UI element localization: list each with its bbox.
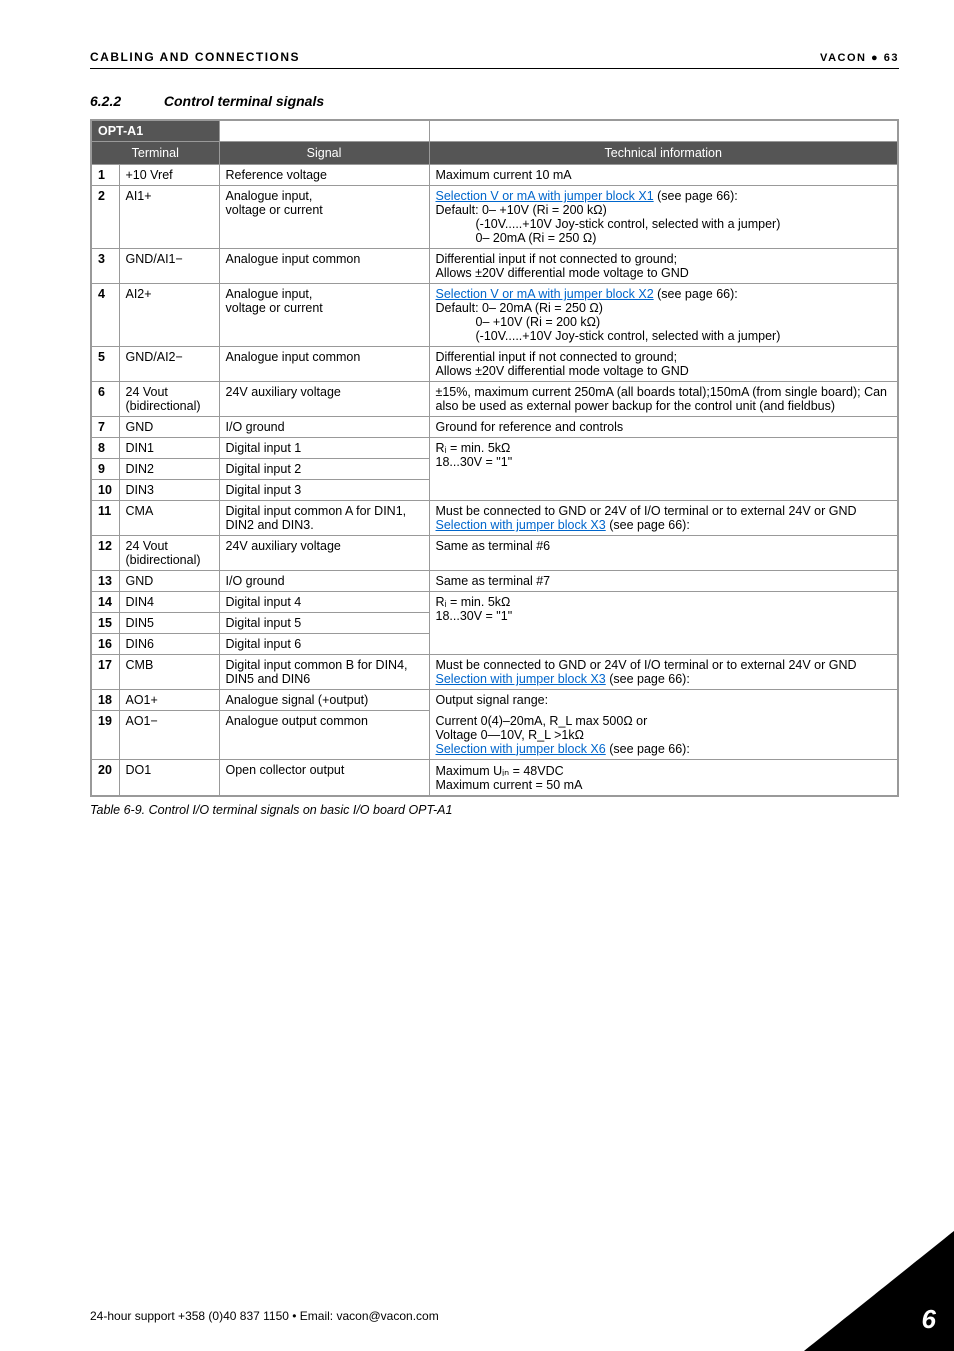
table-row: 11 CMA Digital input common A for DIN1, …	[91, 501, 898, 536]
blank	[429, 120, 898, 142]
page-header: CABLING AND CONNECTIONS VACON ● 63	[90, 50, 899, 69]
table-row: 14 DIN4 Digital input 4 Rᵢ = min. 5kΩ 18…	[91, 592, 898, 613]
section-title-text: Control terminal signals	[164, 93, 324, 109]
table-row: 13 GND I/O ground Same as terminal #7	[91, 571, 898, 592]
table-row: 12 24 Vout (bidirectional) 24V auxiliary…	[91, 536, 898, 571]
table-row: 17 CMB Digital input common B for DIN4, …	[91, 655, 898, 690]
col-techinfo: Technical information	[429, 142, 898, 165]
table-row: 1 +10 Vref Reference voltage Maximum cur…	[91, 165, 898, 186]
header-section-title: CABLING AND CONNECTIONS	[90, 50, 300, 64]
brand: VACON	[820, 52, 866, 64]
table-row: 6 24 Vout (bidirectional) 24V auxiliary …	[91, 382, 898, 417]
jumper-x1-link[interactable]: Selection V or mA with jumper block X1	[436, 189, 654, 203]
jumper-x3-link-b[interactable]: Selection with jumper block X3	[436, 672, 606, 686]
table-row: 3 GND/AI1− Analogue input common Differe…	[91, 249, 898, 284]
corner-page-number: 6	[922, 1304, 936, 1335]
table-row: 5 GND/AI2− Analogue input common Differe…	[91, 347, 898, 382]
section-number: 6.2.2	[90, 93, 160, 109]
col-signal: Signal	[219, 142, 429, 165]
jumper-x2-link[interactable]: Selection V or mA with jumper block X2	[436, 287, 654, 301]
table-row: 2 AI1+ Analogue input, voltage or curren…	[91, 186, 898, 249]
corner-decoration: 6	[804, 1231, 954, 1351]
table-row: 19 AO1− Analogue output common Current 0…	[91, 711, 898, 760]
table-caption: Table 6-9. Control I/O terminal signals …	[90, 803, 899, 817]
table-row: 4 AI2+ Analogue input, voltage or curren…	[91, 284, 898, 347]
terminal-signals-table: OPT-A1 Terminal Signal Technical informa…	[90, 119, 899, 797]
section-heading: 6.2.2 Control terminal signals	[90, 93, 899, 109]
table-row: 18 AO1+ Analogue signal (+output) Output…	[91, 690, 898, 711]
col-terminal: Terminal	[91, 142, 219, 165]
table-opt-header: OPT-A1	[91, 120, 219, 142]
jumper-x6-link[interactable]: Selection with jumper block X6	[436, 742, 606, 756]
bullet-icon: ●	[871, 52, 879, 64]
table-row: 20 DO1 Open collector output Maximum Uᵢₙ…	[91, 759, 898, 796]
blank	[219, 120, 429, 142]
page-number-top: 63	[884, 52, 899, 64]
table-row: 7 GND I/O ground Ground for reference an…	[91, 417, 898, 438]
header-brand-page: VACON ● 63	[820, 52, 899, 64]
jumper-x3-link[interactable]: Selection with jumper block X3	[436, 518, 606, 532]
table-row: 8 DIN1 Digital input 1 Rᵢ = min. 5kΩ 18.…	[91, 438, 898, 459]
